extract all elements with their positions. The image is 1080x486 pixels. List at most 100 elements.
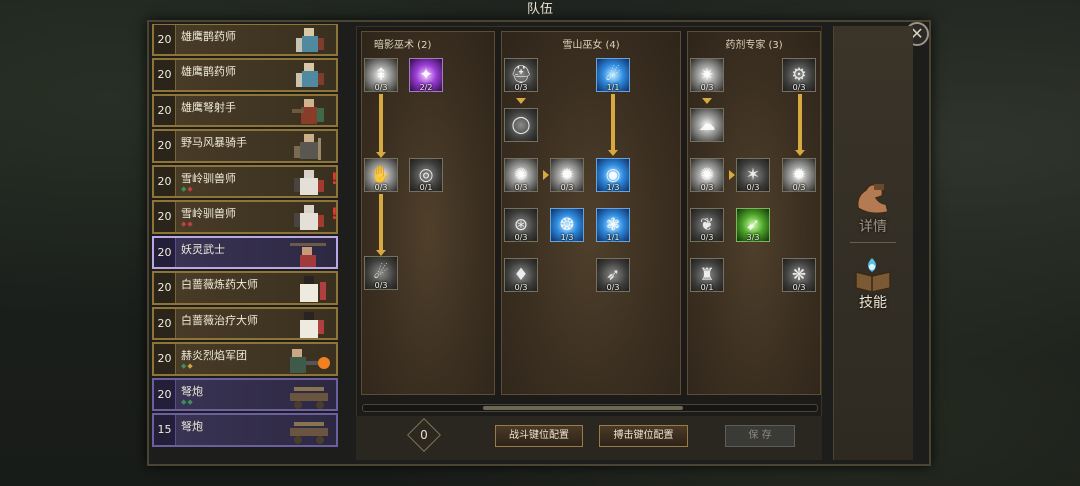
unit-name: 雪岭驯兽师 (181, 207, 236, 220)
crystal-icon[interactable]: ♦ 0/3 (504, 258, 538, 292)
unit-portrait-icon (294, 134, 321, 160)
arrow-right-icon (543, 170, 549, 180)
ring-icon[interactable]: ◯ (504, 108, 538, 142)
tree-connector (379, 94, 383, 154)
skill-tree-shadow: 暗影巫术 (2) ⇞ 0/3 ✦ 2/2 ✋ 0/3 ◎ 0/1 ☄ 0/3 (361, 31, 495, 395)
spire-icon[interactable]: ⇞ 0/3 (364, 58, 398, 92)
golem-icon[interactable]: ♜ 0/1 (690, 258, 724, 292)
falling-figure-icon[interactable]: ☄ 0/3 (364, 256, 398, 290)
unit-row[interactable]: 20 雄鹰鹊药师 (152, 58, 338, 92)
unit-row[interactable]: 20 雪岭驯兽师 ◆◆ ! (152, 200, 338, 234)
unit-portrait-icon (290, 349, 330, 373)
frost-flower-icon[interactable]: ❃ 1/1 (596, 208, 630, 242)
unit-row[interactable]: 20 雄鹰弩射手 (152, 93, 338, 127)
capture-keys-button[interactable]: 搏击键位配置 (599, 425, 688, 447)
unit-portrait-icon (294, 169, 324, 195)
blast-icon[interactable]: ✶ 0/3 (736, 158, 770, 192)
arrow-down-icon (516, 98, 526, 104)
arrow-down-icon (702, 98, 712, 104)
unit-gems: ◆◆ (181, 220, 194, 228)
tree-connector (379, 194, 383, 252)
frost-orb-icon[interactable]: ◉ 1/3 (596, 158, 630, 192)
unit-portrait-icon (290, 242, 326, 267)
unit-name: 白蔷薇炼药大师 (181, 278, 258, 291)
unit-roster[interactable]: 20 雄鹰鹊药师 20 雄鹰鹊药师 20 雄鹰弩射手 20 野马风暴骑手 20 … (152, 24, 342, 462)
arrow-right-icon (729, 170, 735, 180)
unit-gems: ◆◆ (181, 184, 194, 193)
spark-icon[interactable]: ✺ 0/3 (690, 158, 724, 192)
unit-row[interactable]: 15 弩炮 (152, 413, 338, 447)
save-button[interactable]: 保 存 (725, 425, 795, 447)
unit-name: 弩炮 (181, 384, 203, 398)
unit-portrait-icon (290, 386, 328, 409)
burst-icon[interactable]: ✹ 0/3 (550, 158, 584, 192)
unit-portrait-icon (300, 311, 324, 338)
unit-level: 20 (154, 273, 176, 303)
unit-name: 雄鹰鹊药师 (181, 30, 236, 43)
arrow-down-icon (795, 150, 805, 156)
claw-icon[interactable]: ✋ 0/3 (364, 158, 398, 192)
warning-icon: ! (330, 168, 338, 188)
tree-connector (798, 94, 802, 152)
aura-icon[interactable]: ❋ 0/3 (782, 258, 816, 292)
unit-level: 20 (154, 95, 176, 125)
unit-row[interactable]: 20 雪岭驯兽师 ◆◆ ! (152, 164, 338, 198)
ice-shell-icon[interactable]: ❂ 1/3 (550, 208, 584, 242)
unit-level: 20 (154, 344, 176, 374)
helm-icon[interactable]: ⛑ 0/3 (504, 58, 538, 92)
unit-level: 20 (154, 237, 176, 267)
unit-name: 雄鹰弩射手 (181, 100, 236, 114)
skill-points-value: 0 (420, 428, 428, 442)
unit-portrait-icon (290, 422, 328, 444)
unit-level: 20 (154, 25, 176, 54)
skill-tree-snow: 雪山巫女 (4) ⛑ 0/3 ☄ 1/1 ◯ ✺ 0/3 ✹ 0/3 ◉ 1/3 ⊛ 0/3… (501, 31, 681, 395)
spellbook-icon (855, 258, 891, 293)
window-title: 队伍 (526, 2, 553, 17)
tab-label: 技能 (859, 295, 887, 311)
unit-level: 20 (154, 131, 176, 161)
unit-portrait-icon (294, 205, 324, 230)
scrollbar-thumb[interactable] (483, 406, 683, 410)
unit-portrait-icon (292, 98, 324, 124)
poison-dart-icon[interactable]: ➹ 3/3 (736, 208, 770, 242)
unit-row[interactable]: 20 雄鹰鹊药师 (152, 24, 338, 56)
unit-portrait-icon (296, 28, 324, 52)
unit-row[interactable]: 20 弩炮 ◆◆ (152, 377, 338, 411)
arrow-down-icon (608, 150, 618, 156)
cage-icon[interactable]: ⚙ 0/3 (782, 58, 816, 92)
arm-icon (856, 183, 889, 215)
tab-divider (850, 242, 896, 243)
tab-skills[interactable]: 技能 (842, 254, 904, 312)
unit-row[interactable]: 20 白蔷薇治疗大师 (152, 306, 338, 340)
comet-icon[interactable]: ☄ 1/1 (596, 58, 630, 92)
unit-name: 白蔷薇治疗大师 (181, 313, 258, 327)
unit-level: 20 (154, 308, 176, 338)
shadow-burst-icon[interactable]: ✦ 2/2 (409, 58, 443, 92)
vortex-icon[interactable]: ◎ 0/1 (409, 158, 443, 192)
rune-circle-icon[interactable]: ⊛ 0/3 (504, 208, 538, 242)
unit-level: 20 (154, 166, 176, 196)
flare-icon[interactable]: ✷ 0/3 (690, 58, 724, 92)
unit-portrait-icon (296, 63, 324, 87)
shine-icon[interactable]: ✹ 0/3 (782, 158, 816, 192)
mist-icon[interactable]: ☁ (690, 108, 724, 142)
combat-keys-button[interactable]: 战斗键位配置 (495, 425, 583, 447)
skill-trees-panel: 暗影巫术 (2) ⇞ 0/3 ✦ 2/2 ✋ 0/3 ◎ 0/1 ☄ 0/3 雪山巫女 (… (356, 26, 822, 422)
unit-row[interactable]: 20 白蔷薇炼药大师 (152, 271, 338, 305)
unit-name: 雪岭驯兽师 (181, 171, 236, 185)
skill-tree-potion: 药剂专家 (3) ✷ 0/3 ⚙ 0/3 ☁ ✺ 0/3 ✶ 0/3 ✹ 0/3 ❦ 0/3… (687, 31, 821, 395)
unit-level: 15 (154, 415, 176, 445)
unit-row[interactable]: 20 野马风暴骑手 (152, 129, 338, 163)
unit-row-selected[interactable]: 20 妖灵武士 (152, 235, 338, 269)
unit-name: 赫炎烈焰军团 (181, 349, 247, 362)
tab-details[interactable]: 详情 (842, 178, 904, 236)
tree-title: 药剂专家 (3) (725, 40, 783, 51)
unit-row[interactable]: 20 赫炎烈焰军团 ◆◆ (152, 342, 338, 376)
leaf-icon[interactable]: ❦ 0/3 (690, 208, 724, 242)
warning-icon: ! (330, 204, 338, 223)
unit-gems: ◆◆ (181, 362, 194, 370)
horizontal-scrollbar[interactable] (362, 404, 818, 412)
ice-spear-icon[interactable]: ➶ 0/3 (596, 258, 630, 292)
unit-level: 20 (154, 202, 176, 232)
star-eye-icon[interactable]: ✺ 0/3 (504, 158, 538, 192)
